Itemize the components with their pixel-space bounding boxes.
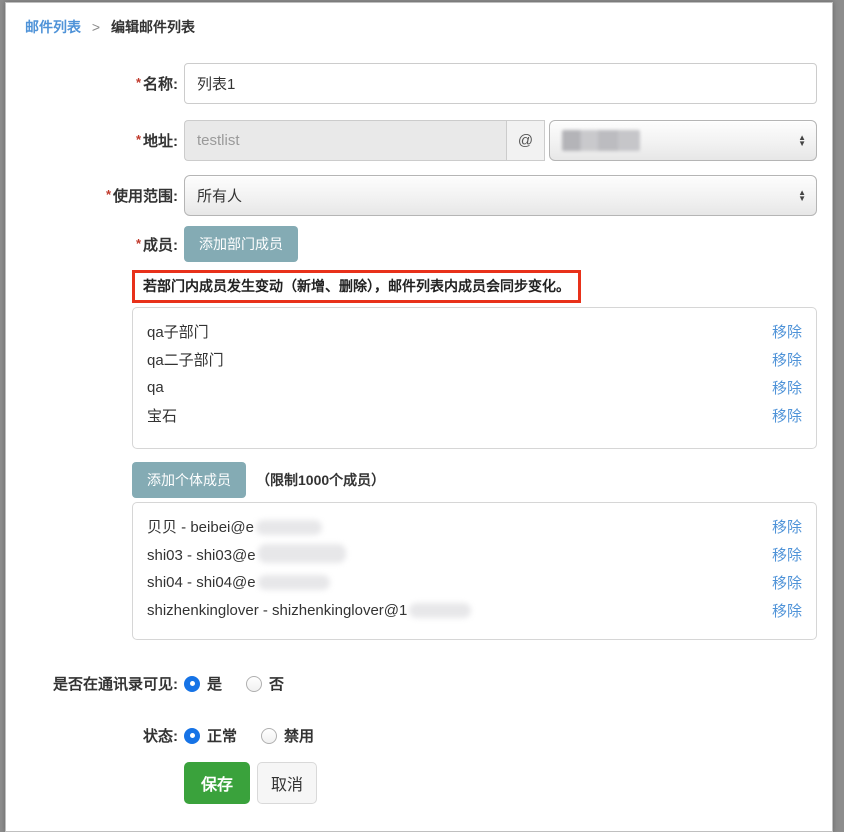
breadcrumb-current-page: 编辑邮件列表 — [111, 19, 195, 35]
remove-link[interactable]: 移除 — [772, 600, 802, 621]
radio-status-normal[interactable] — [184, 728, 200, 744]
members-section: 若部门内成员发生变动（新增、删除），邮件列表内成员会同步变化。 qa子部门 移除… — [132, 262, 817, 640]
department-members-list: qa子部门 移除 qa二子部门 移除 qa 移除 宝石 移除 — [132, 307, 817, 449]
radio-label[interactable]: 否 — [269, 673, 284, 694]
breadcrumb: 邮件列表 > 编辑邮件列表 — [25, 17, 817, 37]
department-sync-note-highlighted: 若部门内成员发生变动（新增、删除），邮件列表内成员会同步变化。 — [132, 270, 581, 303]
member-name: shi04 - shi04@e — [147, 574, 330, 591]
at-symbol-addon: @ — [506, 120, 545, 161]
breadcrumb-separator: > — [92, 19, 100, 35]
list-item: 贝贝 - beibei@e 移除 — [147, 512, 802, 540]
form-actions: 保存 取消 — [21, 762, 817, 804]
department-name: qa二子部门 — [147, 349, 224, 370]
edit-mail-list-page: 邮件列表 > 编辑邮件列表 *名称: *地址: @ ▲▼ *使用范围: — [5, 2, 833, 832]
list-item: 宝石 移除 — [147, 401, 802, 429]
radio-visible-yes[interactable] — [184, 676, 200, 692]
list-item: qa子部门 移除 — [147, 317, 802, 345]
remove-link[interactable]: 移除 — [772, 544, 802, 565]
name-row: *名称: — [21, 63, 817, 104]
cancel-button[interactable]: 取消 — [257, 762, 317, 804]
status-label: 状态: — [21, 725, 184, 746]
required-marker: * — [136, 132, 141, 147]
department-name: qa — [147, 379, 164, 396]
add-department-members-button[interactable]: 添加部门成员 — [184, 226, 298, 262]
domain-select[interactable]: ▲▼ — [549, 120, 817, 161]
member-name: shizhenkinglover - shizhenkinglover@1 — [147, 602, 471, 619]
redacted-domain — [258, 575, 330, 590]
address-input — [184, 120, 506, 161]
list-item: qa 移除 — [147, 373, 802, 401]
add-individual-members-button[interactable]: 添加个体成员 — [132, 462, 246, 498]
member-name: shi03 - shi03@e — [147, 544, 346, 564]
redacted-domain — [258, 544, 346, 563]
remove-link[interactable]: 移除 — [772, 377, 802, 398]
department-name: 宝石 — [147, 405, 177, 426]
select-arrows-icon: ▲▼ — [798, 190, 806, 202]
required-marker: * — [136, 75, 141, 90]
scope-row: *使用范围: 所有人 ▲▼ — [21, 175, 817, 216]
visibility-label: 是否在通讯录可见: — [21, 673, 184, 694]
address-label: *地址: — [21, 130, 184, 151]
radio-label[interactable]: 正常 — [207, 725, 237, 746]
remove-link[interactable]: 移除 — [772, 405, 802, 426]
member-name: 贝贝 - beibei@e — [147, 516, 322, 537]
list-item: shizhenkinglover - shizhenkinglover@1 移除 — [147, 596, 802, 624]
select-arrows-icon: ▲▼ — [798, 135, 806, 147]
scope-selected-value: 所有人 — [197, 185, 242, 206]
remove-link[interactable]: 移除 — [772, 516, 802, 537]
radio-label[interactable]: 是 — [207, 673, 222, 694]
visibility-row: 是否在通讯录可见: 是 否 — [21, 673, 817, 694]
department-name: qa子部门 — [147, 321, 209, 342]
members-row: *成员: 添加部门成员 — [21, 226, 817, 262]
member-limit-note: （限制1000个成员） — [256, 470, 385, 490]
redacted-domain — [409, 603, 471, 618]
members-label: *成员: — [21, 234, 184, 255]
address-row: *地址: @ ▲▼ — [21, 120, 817, 161]
required-marker: * — [136, 236, 141, 251]
remove-link[interactable]: 移除 — [772, 321, 802, 342]
scope-select[interactable]: 所有人 ▲▼ — [184, 175, 817, 216]
individual-members-list: 贝贝 - beibei@e 移除 shi03 - shi03@e 移除 shi0… — [132, 502, 817, 640]
list-item: shi03 - shi03@e 移除 — [147, 540, 802, 568]
name-input[interactable] — [184, 63, 817, 104]
list-item: shi04 - shi04@e 移除 — [147, 568, 802, 596]
remove-link[interactable]: 移除 — [772, 572, 802, 593]
radio-status-disabled[interactable] — [261, 728, 277, 744]
required-marker: * — [106, 187, 111, 202]
radio-label[interactable]: 禁用 — [284, 725, 314, 746]
remove-link[interactable]: 移除 — [772, 349, 802, 370]
redacted-domain — [562, 130, 640, 151]
name-label: *名称: — [21, 73, 184, 94]
radio-visible-no[interactable] — [246, 676, 262, 692]
scope-label: *使用范围: — [21, 185, 184, 206]
list-item: qa二子部门 移除 — [147, 345, 802, 373]
redacted-domain — [256, 520, 322, 535]
add-individual-row: 添加个体成员 （限制1000个成员） — [132, 462, 817, 498]
status-row: 状态: 正常 禁用 — [21, 725, 817, 746]
breadcrumb-link-mail-lists[interactable]: 邮件列表 — [25, 19, 81, 35]
save-button[interactable]: 保存 — [184, 762, 250, 804]
